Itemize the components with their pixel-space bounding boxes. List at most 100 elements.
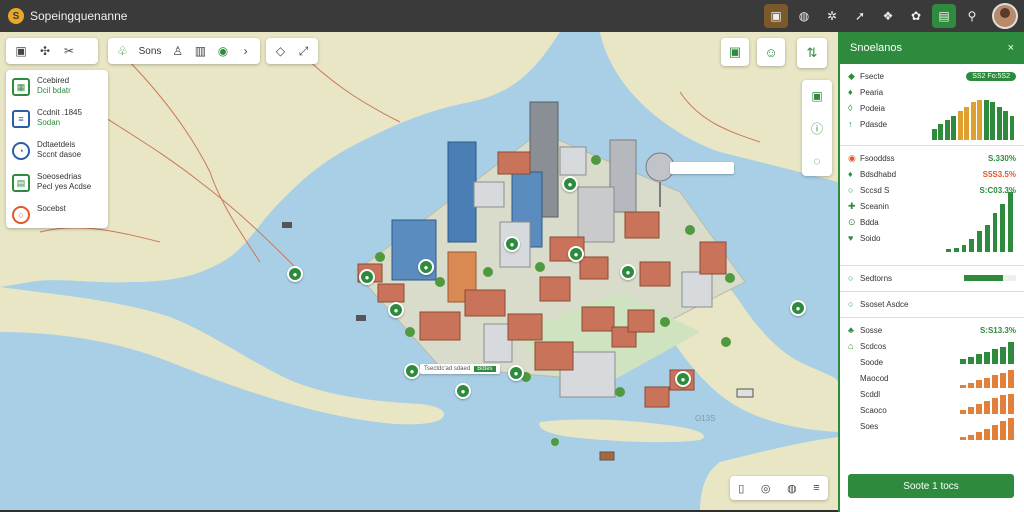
tree-icon[interactable]: ✣ bbox=[34, 40, 56, 62]
chart-bar bbox=[992, 349, 998, 364]
chart-bar bbox=[938, 124, 944, 140]
chevron-right-icon[interactable]: › bbox=[235, 40, 256, 62]
action-button[interactable]: Soote 1 tocs bbox=[848, 474, 1014, 498]
house bbox=[497, 151, 531, 175]
book-icon[interactable]: ▤ bbox=[932, 4, 956, 28]
tool-group-shapes: ◇ ⤢ bbox=[266, 38, 318, 64]
layer-item[interactable]: ○ Socebst bbox=[12, 204, 102, 234]
location-marker[interactable]: ● bbox=[568, 246, 584, 262]
layer-title: Soeosedrias bbox=[37, 172, 82, 181]
island-south bbox=[539, 419, 704, 443]
location-marker[interactable]: ● bbox=[504, 236, 520, 252]
chart-bar bbox=[960, 385, 966, 388]
progress-row: ○ Sedtorns bbox=[848, 270, 1016, 286]
location-marker[interactable]: ● bbox=[418, 259, 434, 275]
leaf-icon: ♣ bbox=[848, 325, 854, 335]
map-callout[interactable]: Tsectdc'ad sdaed Bdtes bbox=[420, 364, 500, 374]
chat-icon[interactable]: ◌ bbox=[813, 154, 820, 168]
location-marker[interactable]: ● bbox=[388, 302, 404, 318]
stat-label: Sceanin bbox=[860, 201, 889, 211]
sidebar-section-4: ○ Ssoset Asdce bbox=[840, 292, 1024, 318]
save-icon[interactable]: ▣ bbox=[10, 40, 32, 62]
leaf-icon[interactable]: ♧ bbox=[112, 40, 133, 62]
stat-label: Scaoco bbox=[860, 405, 887, 415]
progress-bar bbox=[964, 275, 1016, 281]
stat-label: Pdasde bbox=[860, 119, 888, 129]
expand-icon[interactable]: ⤢ bbox=[293, 40, 314, 62]
map-icon[interactable]: ✿ bbox=[904, 4, 928, 28]
fire-icon: ◉ bbox=[848, 152, 856, 163]
location-marker[interactable]: ● bbox=[508, 365, 524, 381]
location-marker[interactable]: ● bbox=[287, 266, 303, 282]
chat-icon[interactable]: ⚲ bbox=[960, 4, 984, 28]
menu-icon[interactable]: ≡ bbox=[813, 482, 819, 494]
stat-row[interactable]: ○ Ssoset Asdce bbox=[848, 296, 1016, 312]
layer-sub: Sccnt dasoe bbox=[37, 150, 82, 159]
chart-icon: ▤ bbox=[12, 174, 30, 192]
chart-bar bbox=[984, 429, 990, 440]
tree bbox=[725, 273, 735, 283]
location-marker[interactable]: ● bbox=[359, 269, 375, 285]
location-marker[interactable]: ● bbox=[675, 371, 691, 387]
chart-bar bbox=[951, 115, 957, 140]
house bbox=[377, 283, 405, 303]
stat-label: Sedtorns bbox=[860, 273, 893, 283]
chart-bar bbox=[1008, 418, 1014, 440]
nodes-icon[interactable]: ✲ bbox=[820, 4, 844, 28]
sidebar-title: Snoelanos bbox=[850, 42, 902, 54]
globe-icon[interactable]: ◍ bbox=[787, 482, 797, 495]
person-icon[interactable]: ♙ bbox=[167, 40, 188, 62]
map-callout[interactable] bbox=[670, 162, 734, 174]
map-label: O13S bbox=[695, 414, 716, 423]
map-layer-icon[interactable]: ▣ bbox=[721, 38, 749, 66]
location-marker[interactable]: ● bbox=[455, 383, 471, 399]
sidebar-header: Snoelanos × bbox=[840, 32, 1024, 64]
info-icon[interactable]: ⓘ bbox=[811, 120, 823, 137]
boat bbox=[599, 451, 615, 461]
callout-tag: Bdtes bbox=[474, 366, 496, 372]
book-icon[interactable]: ▥ bbox=[190, 40, 211, 62]
user-group-icon[interactable]: ❖ bbox=[876, 4, 900, 28]
app-logo-icon[interactable]: S bbox=[8, 8, 24, 24]
location-marker[interactable]: ● bbox=[620, 264, 636, 280]
close-icon[interactable]: × bbox=[1008, 42, 1014, 54]
location-marker[interactable]: ● bbox=[562, 176, 578, 192]
chart-bar bbox=[1008, 394, 1014, 414]
pin-icon[interactable]: ➚ bbox=[848, 4, 872, 28]
stat-label: Scddl bbox=[860, 389, 881, 399]
location-marker[interactable]: ● bbox=[790, 300, 806, 316]
globe-icon[interactable]: ◍ bbox=[792, 4, 816, 28]
route-icon[interactable]: ✂ bbox=[58, 40, 80, 62]
layer-item[interactable]: ▤ Soeosedrias Pecl yes Acdse bbox=[12, 172, 102, 202]
map-canvas[interactable]: ● ● ● ● ● ● ● ● ● ● ● ● ● Tsectdc'ad sda… bbox=[0, 32, 838, 510]
tree bbox=[721, 337, 731, 347]
camera-icon[interactable]: ◎ bbox=[761, 482, 771, 495]
house bbox=[539, 276, 571, 302]
location-marker[interactable]: ● bbox=[404, 363, 420, 379]
shapes-icon[interactable]: ◇ bbox=[270, 40, 291, 62]
layers-icon[interactable]: ▣ bbox=[764, 4, 788, 28]
layer-item[interactable]: ≡ Ccdnit .1845 Sodan bbox=[12, 108, 102, 138]
house bbox=[534, 341, 574, 371]
chart-bar bbox=[960, 437, 966, 440]
bar-chart-4 bbox=[960, 370, 1016, 388]
house bbox=[473, 181, 505, 208]
doc-icon[interactable]: ▣ bbox=[811, 89, 822, 103]
sons-label[interactable]: Sons bbox=[135, 46, 166, 57]
chart-bar bbox=[1000, 204, 1006, 252]
chart-bar bbox=[983, 100, 989, 140]
layer-item[interactable]: ◔ Ddtaetdeis Sccnt dasoe bbox=[12, 140, 102, 170]
route-icon[interactable]: ⇅ bbox=[797, 38, 827, 68]
print-icon[interactable]: ▯ bbox=[738, 482, 744, 495]
tool-group-view: ♧ Sons ♙ ▥ ◉ › bbox=[108, 38, 260, 64]
layer-item[interactable]: ▦ Ccebired Dcil bdatr bbox=[12, 76, 102, 106]
chart-bar bbox=[996, 106, 1002, 140]
leaf-icon: ♦ bbox=[848, 169, 853, 179]
avatar[interactable] bbox=[992, 3, 1018, 29]
badge-icon[interactable]: ◉ bbox=[213, 40, 234, 62]
chart-bar bbox=[953, 247, 959, 252]
arrow-up-icon: ↑ bbox=[848, 119, 853, 129]
sidebar-section-3: ○ Sedtorns bbox=[840, 266, 1024, 292]
chart-bar bbox=[1000, 420, 1006, 440]
people-icon[interactable]: ☺ bbox=[757, 38, 785, 66]
